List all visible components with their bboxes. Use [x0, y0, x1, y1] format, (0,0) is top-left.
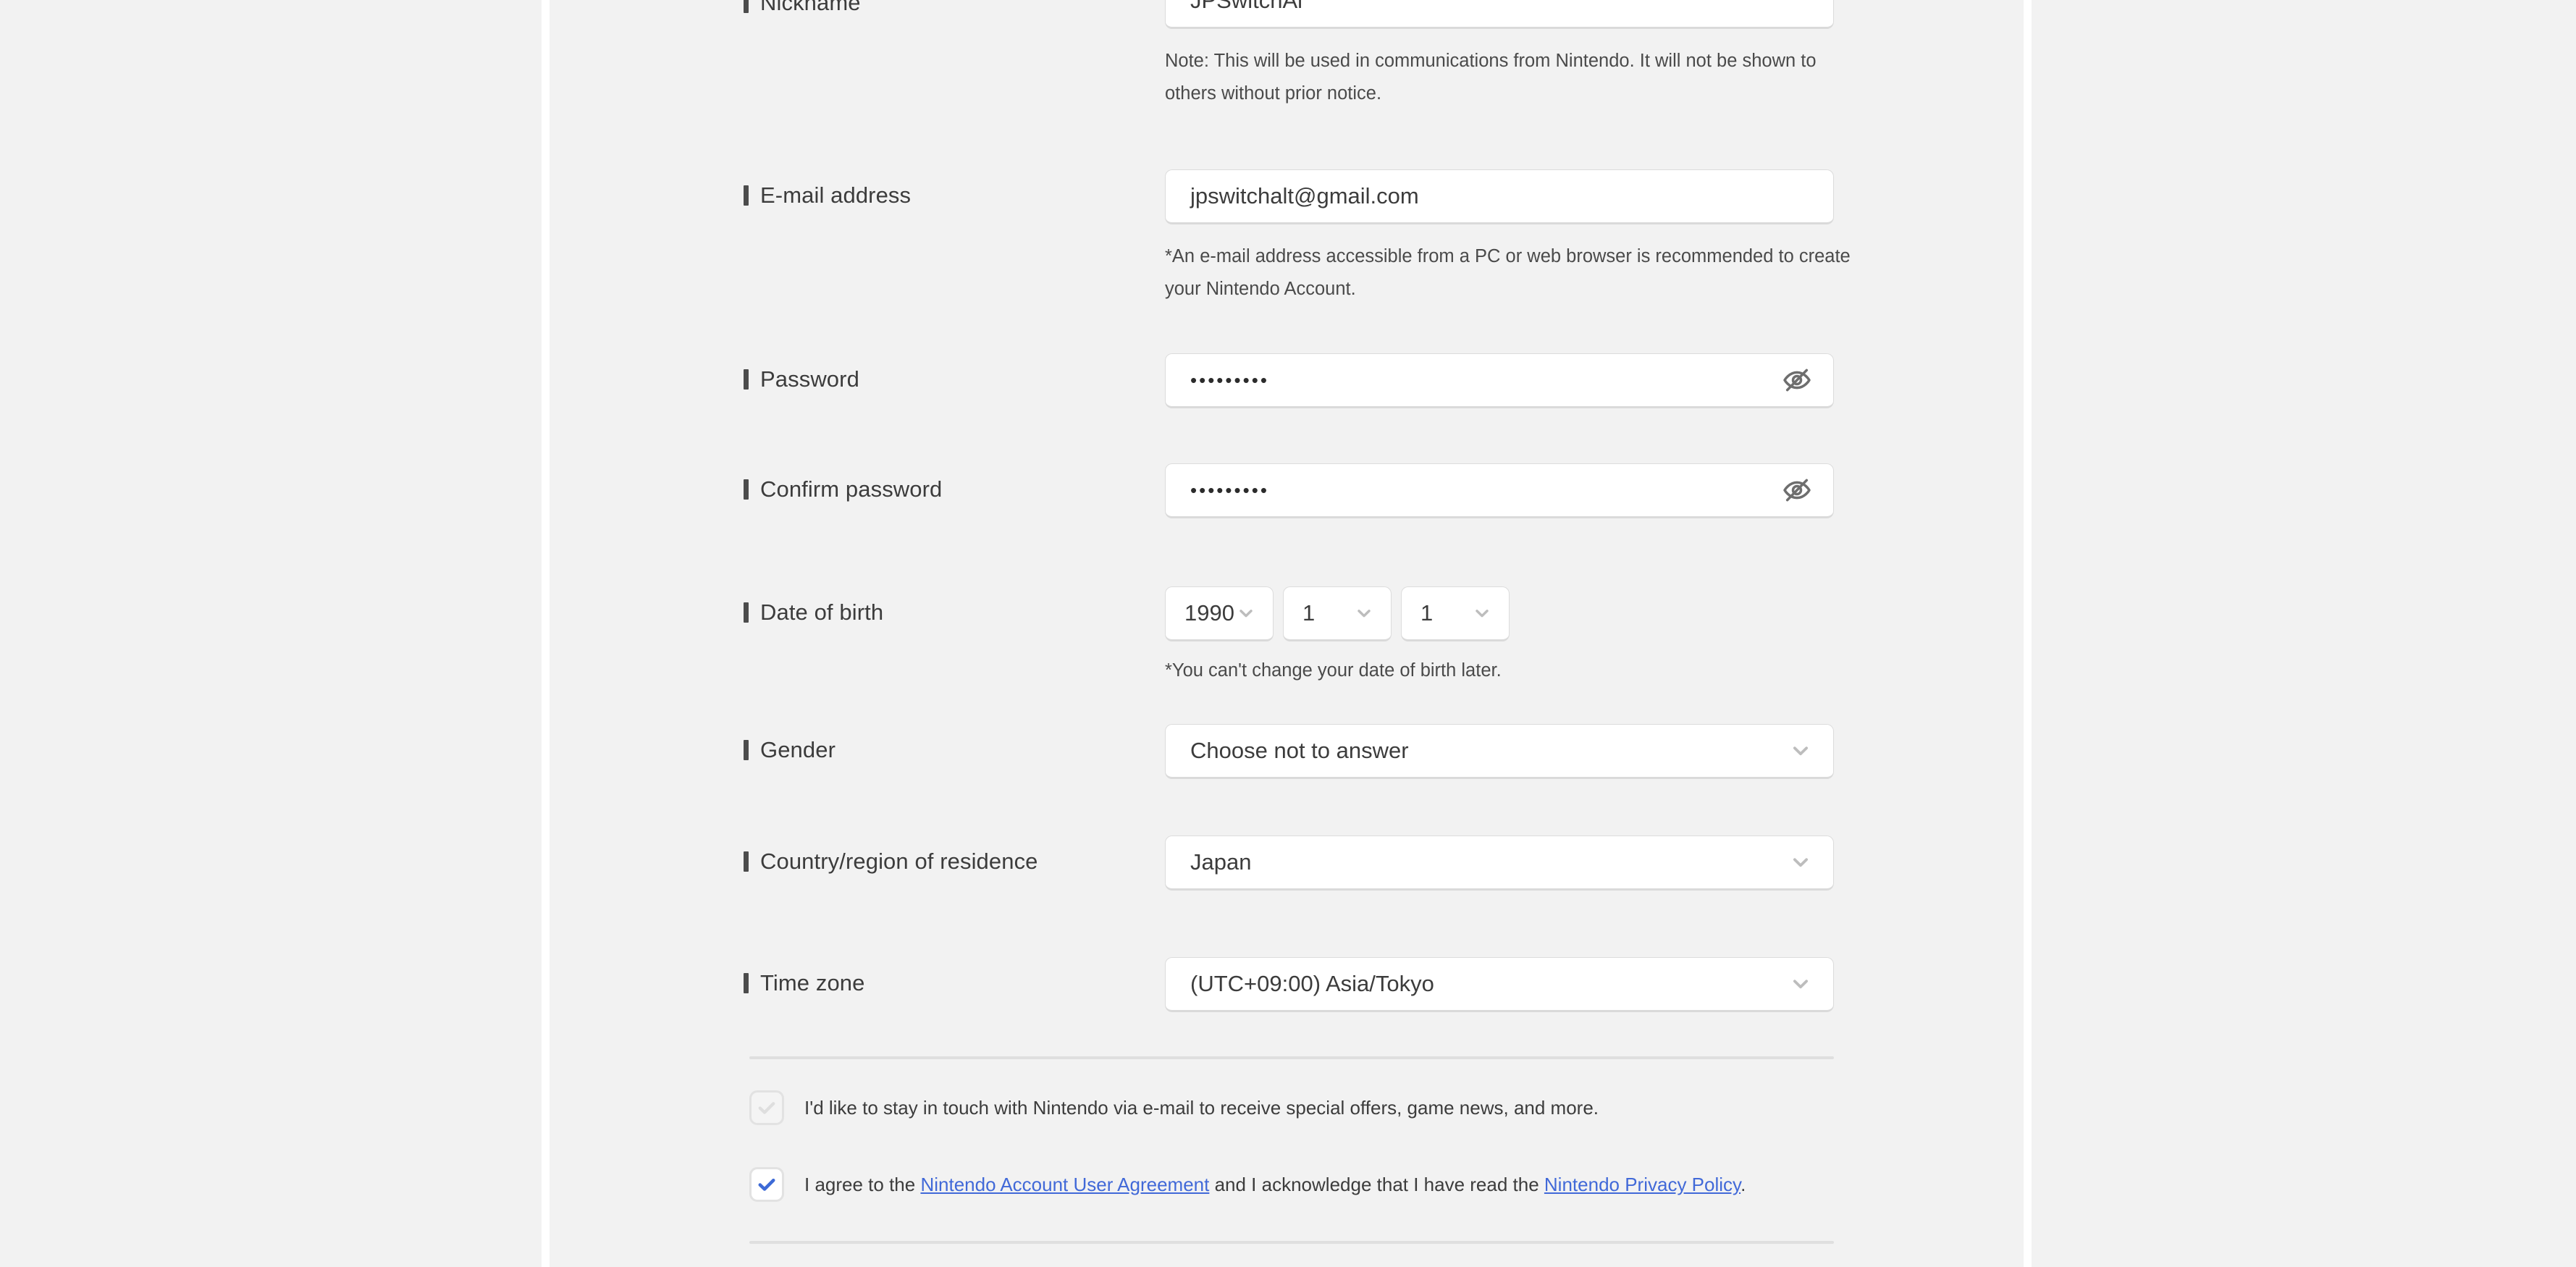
- birth-month-value: 1: [1302, 600, 1316, 626]
- chevron-down-icon: [1790, 851, 1811, 873]
- user-agreement-link[interactable]: Nintendo Account User Agreement: [920, 1174, 1209, 1195]
- gender-field-column: Choose not to answer: [1165, 724, 1834, 779]
- agreement-text-before: I agree to the: [804, 1174, 921, 1195]
- agreement-consent-label: I agree to the Nintendo Account User Agr…: [804, 1173, 1746, 1196]
- email-input[interactable]: jpswitchalt@gmail.com: [1165, 169, 1834, 224]
- required-marker-icon: [744, 851, 749, 872]
- birth-day-select[interactable]: 1: [1401, 586, 1510, 641]
- required-marker-icon: [744, 740, 749, 760]
- birth-day-value: 1: [1420, 600, 1434, 626]
- country-label: Country/region of residence: [760, 849, 1038, 874]
- nickname-label: Nickname: [760, 0, 861, 15]
- date-of-birth-field-column: 1990 1 1 *You can't change your date of …: [1165, 586, 1860, 687]
- required-marker-icon: [744, 973, 749, 993]
- chevron-down-icon: [1790, 740, 1811, 762]
- date-of-birth-note: *You can't change your date of birth lat…: [1165, 660, 1502, 681]
- confirm-password-field-column: •••••••••: [1165, 463, 1834, 518]
- date-of-birth-label-group: Date of birth: [744, 599, 883, 626]
- signup-page: Nickname JPSwitchAl Note: This will be u…: [0, 0, 2576, 1267]
- country-select[interactable]: Japan: [1165, 835, 1834, 891]
- required-marker-icon: [744, 0, 749, 13]
- consent-divider-top: [749, 1056, 1834, 1059]
- gender-value: Choose not to answer: [1190, 738, 1409, 763]
- required-marker-icon: [744, 185, 749, 206]
- agreement-consent-row[interactable]: I agree to the Nintendo Account User Agr…: [749, 1167, 1746, 1202]
- required-marker-icon: [744, 602, 749, 623]
- consent-divider-bottom: [749, 1241, 1834, 1244]
- date-of-birth-label: Date of birth: [760, 599, 884, 625]
- email-field-column: jpswitchalt@gmail.com *An e-mail address…: [1165, 169, 1860, 306]
- page-right-edge-strip: [2024, 0, 2032, 1267]
- email-input-value: jpswitchalt@gmail.com: [1190, 183, 1419, 209]
- eye-off-icon[interactable]: [1781, 474, 1813, 506]
- newsletter-consent-label: I'd like to stay in touch with Nintendo …: [804, 1097, 1599, 1119]
- confirm-password-input-value: •••••••••: [1190, 479, 1269, 501]
- birth-month-select[interactable]: 1: [1283, 586, 1392, 641]
- newsletter-consent-row[interactable]: I'd like to stay in touch with Nintendo …: [749, 1090, 1599, 1125]
- password-field-column: •••••••••: [1165, 353, 1834, 408]
- nickname-input-value: JPSwitchAl: [1190, 0, 1303, 13]
- agreement-text-after: .: [1741, 1174, 1746, 1195]
- birth-year-select[interactable]: 1990: [1165, 586, 1274, 641]
- country-value: Japan: [1190, 849, 1252, 875]
- gender-label: Gender: [760, 737, 835, 762]
- timezone-field-column: (UTC+09:00) Asia/Tokyo: [1165, 957, 1834, 1012]
- nickname-label-group: Nickname: [744, 0, 861, 16]
- confirm-password-input[interactable]: •••••••••: [1165, 463, 1834, 518]
- chevron-down-icon: [1790, 973, 1811, 995]
- password-label-group: Password: [744, 366, 859, 392]
- timezone-select[interactable]: (UTC+09:00) Asia/Tokyo: [1165, 957, 1834, 1012]
- email-label-group: E-mail address: [744, 182, 911, 209]
- email-label: E-mail address: [760, 182, 912, 208]
- confirm-password-label-group: Confirm password: [744, 476, 942, 502]
- nickname-field-column: JPSwitchAl Note: This will be used in co…: [1165, 0, 1860, 110]
- gender-select[interactable]: Choose not to answer: [1165, 724, 1834, 779]
- confirm-password-label: Confirm password: [760, 476, 943, 502]
- agreement-text-middle: and I acknowledge that I have read the: [1209, 1174, 1544, 1195]
- password-label: Password: [760, 366, 859, 392]
- timezone-label: Time zone: [760, 970, 865, 996]
- chevron-down-icon: [1471, 602, 1493, 624]
- chevron-down-icon: [1353, 602, 1375, 624]
- nickname-input[interactable]: JPSwitchAl: [1165, 0, 1834, 29]
- birth-year-value: 1990: [1184, 600, 1234, 626]
- required-marker-icon: [744, 369, 749, 390]
- date-of-birth-selects: 1990 1 1: [1165, 586, 1860, 641]
- privacy-policy-link[interactable]: Nintendo Privacy Policy: [1544, 1174, 1741, 1195]
- timezone-label-group: Time zone: [744, 970, 864, 996]
- gender-label-group: Gender: [744, 737, 835, 763]
- email-note: *An e-mail address accessible from a PC …: [1165, 246, 1851, 299]
- country-label-group: Country/region of residence: [744, 849, 1038, 875]
- registration-form-card: Nickname JPSwitchAl Note: This will be u…: [550, 0, 2024, 1267]
- eye-off-icon[interactable]: [1781, 364, 1813, 396]
- agreement-checkbox[interactable]: [749, 1167, 784, 1202]
- page-left-edge-strip: [542, 0, 550, 1267]
- timezone-value: (UTC+09:00) Asia/Tokyo: [1190, 971, 1434, 996]
- country-field-column: Japan: [1165, 835, 1834, 891]
- password-input-value: •••••••••: [1190, 369, 1269, 391]
- nickname-note: Note: This will be used in communication…: [1165, 51, 1817, 104]
- required-marker-icon: [744, 479, 749, 500]
- password-input[interactable]: •••••••••: [1165, 353, 1834, 408]
- newsletter-checkbox[interactable]: [749, 1090, 784, 1125]
- chevron-down-icon: [1235, 602, 1257, 624]
